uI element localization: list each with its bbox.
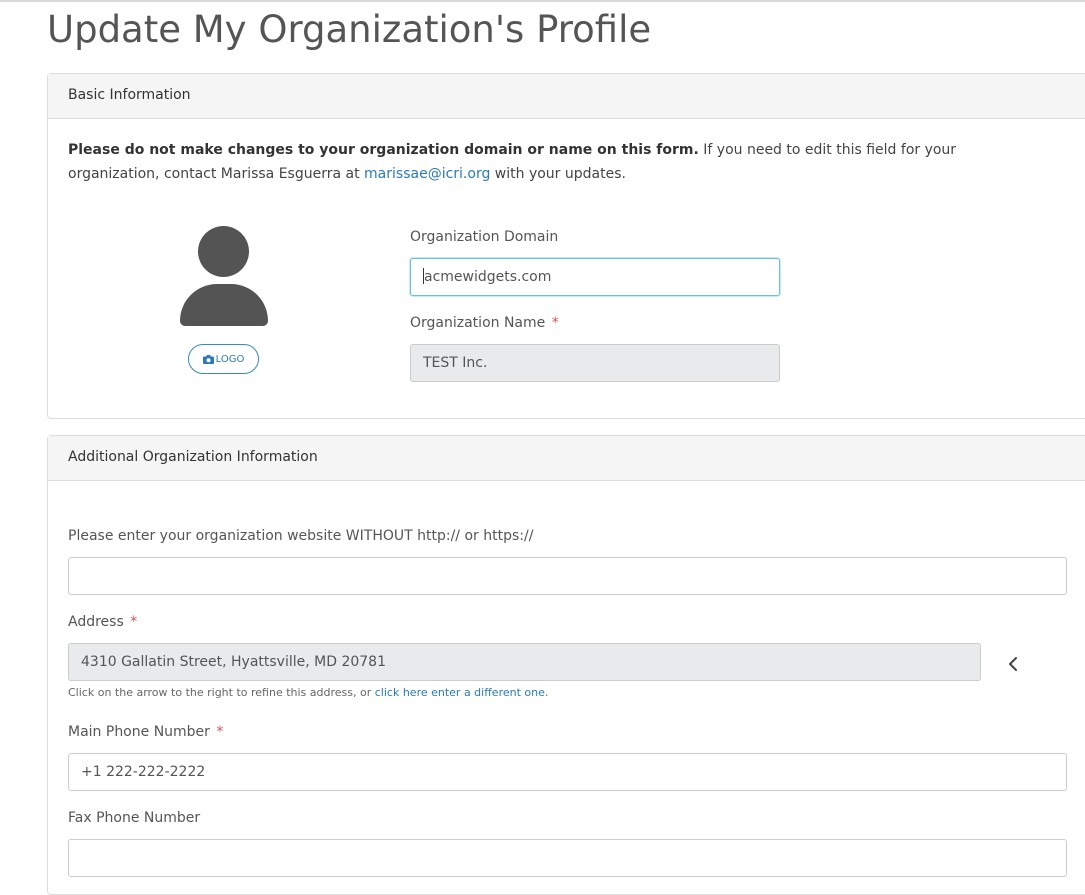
logo-button-label: LOGO: [215, 353, 245, 365]
camera-icon: [202, 354, 214, 364]
fax-phone-input[interactable]: [68, 839, 1067, 877]
fax-phone-label: Fax Phone Number: [68, 810, 201, 826]
address-help-text: Click on the arrow to the right to refin…: [68, 686, 548, 699]
organization-domain-value: acmewidgets.com: [424, 269, 552, 285]
organization-name-label: Organization Name *: [410, 315, 559, 331]
enter-different-address-link[interactable]: click here enter a different one: [375, 686, 545, 699]
page-title: Update My Organization's Profile: [47, 8, 652, 51]
required-marker: *: [551, 315, 559, 331]
organization-domain-input[interactable]: acmewidgets.com: [410, 258, 780, 296]
basic-information-header: Basic Information: [48, 74, 1085, 119]
avatar-head: [198, 226, 249, 277]
avatar-body: [180, 284, 268, 326]
chevron-left-icon[interactable]: [1006, 655, 1020, 673]
main-phone-label-text: Main Phone Number: [68, 724, 210, 740]
required-marker: *: [130, 614, 138, 630]
user-avatar-icon: [180, 226, 268, 326]
address-help-prefix: Click on the arrow to the right to refin…: [68, 686, 375, 699]
address-help-end: .: [544, 686, 549, 699]
main-phone-input[interactable]: +1 222-222-2222: [68, 753, 1067, 791]
organization-name-label-text: Organization Name: [410, 315, 546, 331]
basic-information-card: Basic Information Please do not make cha…: [47, 73, 1085, 419]
notice-bold-text: Please do not make changes to your organ…: [68, 142, 699, 158]
main-phone-label: Main Phone Number *: [68, 724, 223, 740]
additional-information-header: Additional Organization Information: [48, 436, 1085, 481]
contact-email-link[interactable]: marissae@icri.org: [364, 166, 490, 182]
upload-logo-button[interactable]: LOGO: [188, 344, 259, 374]
additional-information-card: Additional Organization Information Plea…: [47, 435, 1085, 895]
top-border: [0, 0, 1085, 2]
notice-end-text: with your updates.: [490, 166, 626, 182]
edit-notice: Please do not make changes to your organ…: [68, 138, 1028, 186]
address-input[interactable]: 4310 Gallatin Street, Hyattsville, MD 20…: [68, 643, 981, 681]
organization-domain-label: Organization Domain: [410, 229, 559, 245]
required-marker: *: [216, 724, 224, 740]
website-input[interactable]: [68, 557, 1067, 595]
website-label: Please enter your organization website W…: [68, 528, 534, 544]
organization-name-input[interactable]: TEST Inc.: [410, 344, 780, 382]
address-label-text: Address: [68, 614, 124, 630]
address-label: Address *: [68, 614, 137, 630]
